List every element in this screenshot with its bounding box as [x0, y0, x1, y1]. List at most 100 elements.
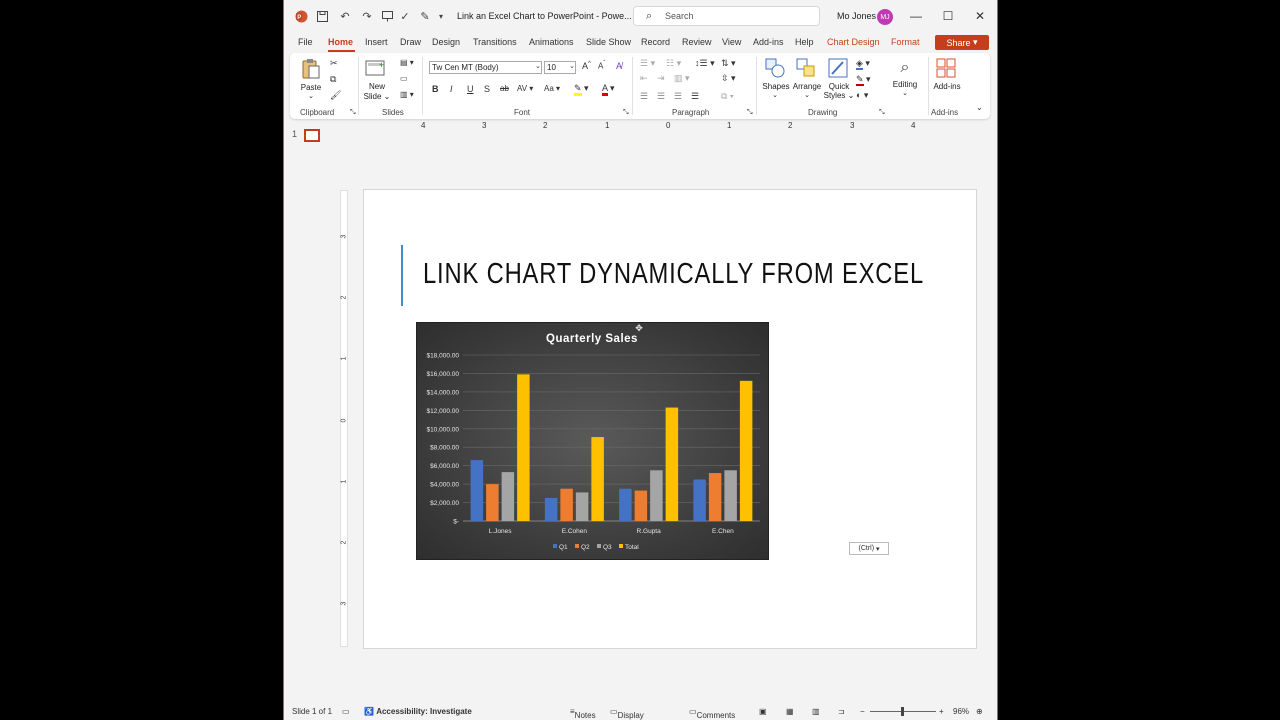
- search-input[interactable]: ⌕ Search: [633, 6, 820, 26]
- copy-icon[interactable]: ⧉: [330, 74, 336, 85]
- bold-icon[interactable]: B: [432, 84, 439, 94]
- shape-outline-icon[interactable]: ✎ ▾: [856, 74, 871, 86]
- save-icon[interactable]: [315, 8, 329, 24]
- tab-slide-show[interactable]: Slide Show: [586, 37, 631, 47]
- highlight-icon[interactable]: ✎ ▾: [574, 83, 589, 96]
- paste-button[interactable]: Paste: [298, 83, 324, 92]
- slideshow-view-icon[interactable]: ⊐: [838, 707, 845, 716]
- tab-draw[interactable]: Draw: [400, 37, 421, 47]
- quick-styles-button[interactable]: Quick: [825, 82, 853, 91]
- strikethrough-icon[interactable]: ab: [500, 84, 509, 93]
- tab-view[interactable]: View: [722, 37, 741, 47]
- display-settings-button[interactable]: ▭ Display Settings: [610, 707, 644, 720]
- bullets-icon[interactable]: ☰ ▾: [640, 58, 655, 69]
- tab-design[interactable]: Design: [432, 37, 460, 47]
- character-spacing-icon[interactable]: AV ▾: [517, 84, 533, 93]
- tab-review[interactable]: Review: [682, 37, 712, 47]
- align-center-icon[interactable]: ☰: [657, 91, 665, 102]
- drawing-launcher-icon[interactable]: ⤡: [879, 109, 885, 117]
- tab-animations[interactable]: Animations: [529, 37, 574, 47]
- editing-icon[interactable]: ⌕: [894, 57, 916, 79]
- shape-effects-icon[interactable]: ◐ ▾: [856, 90, 868, 101]
- increase-indent-icon[interactable]: ⇥: [657, 73, 665, 84]
- add-ins-icon[interactable]: [935, 57, 957, 79]
- comments-button[interactable]: ▭ Comments: [689, 707, 735, 720]
- reading-view-icon[interactable]: ▥: [812, 707, 820, 716]
- layout-icon[interactable]: ▤ ▾: [400, 58, 414, 67]
- slide-thumbnail[interactable]: [304, 129, 320, 142]
- reset-icon[interactable]: ▭: [400, 74, 408, 83]
- quick-styles-label[interactable]: Styles ⌄: [821, 91, 857, 100]
- clear-formatting-icon[interactable]: A̸: [616, 61, 622, 71]
- editing-dropdown-icon[interactable]: ⌄: [900, 89, 910, 97]
- align-text-icon[interactable]: ⇳ ▾: [721, 73, 736, 84]
- accessibility-status[interactable]: ♿ Accessibility: Investigate: [364, 707, 472, 716]
- tab-file[interactable]: File: [298, 37, 313, 47]
- arrange-button[interactable]: Arrange: [790, 82, 824, 91]
- line-spacing-icon[interactable]: ↕☰ ▾: [695, 58, 715, 69]
- pen-icon[interactable]: ✎: [418, 8, 432, 24]
- font-name-box[interactable]: Tw Cen MT (Body): [429, 61, 542, 74]
- cut-icon[interactable]: ✂: [330, 58, 338, 69]
- quick-styles-icon[interactable]: [827, 57, 849, 79]
- numbering-icon[interactable]: ☷ ▾: [666, 58, 681, 69]
- shapes-icon[interactable]: [764, 57, 786, 79]
- tab-record[interactable]: Record: [641, 37, 670, 47]
- maximize-icon[interactable]: ☐: [940, 8, 956, 24]
- new-slide-button[interactable]: New: [362, 82, 392, 91]
- tab-chart-design[interactable]: Chart Design: [827, 37, 880, 47]
- tab-format[interactable]: Format: [891, 37, 920, 47]
- undo-icon[interactable]: ↶: [335, 8, 355, 24]
- zoom-out-icon[interactable]: −: [860, 707, 865, 716]
- tab-home[interactable]: Home: [328, 37, 353, 47]
- shapes-button[interactable]: Shapes: [760, 82, 792, 91]
- add-ins-button[interactable]: Add-ins: [930, 82, 964, 91]
- paste-dropdown-icon[interactable]: ⌄: [306, 92, 316, 100]
- tab-transitions[interactable]: Transitions: [473, 37, 517, 47]
- share-button[interactable]: Share ▾: [935, 35, 989, 50]
- font-size-dropdown-icon[interactable]: ⌄: [569, 62, 575, 70]
- font-name-dropdown-icon[interactable]: ⌄: [535, 62, 541, 70]
- format-painter-icon[interactable]: 🖌: [330, 90, 341, 101]
- font-launcher-icon[interactable]: ⤡: [623, 109, 629, 117]
- paste-options-button[interactable]: (Ctrl) ▾: [849, 542, 889, 555]
- align-right-icon[interactable]: ☰: [674, 91, 682, 102]
- italic-icon[interactable]: I: [450, 84, 453, 94]
- zoom-slider-thumb[interactable]: [901, 707, 904, 716]
- slide-sorter-icon[interactable]: ▦: [786, 707, 794, 716]
- justify-icon[interactable]: ☰: [691, 91, 699, 102]
- redo-icon[interactable]: ↷: [360, 8, 374, 24]
- user-name[interactable]: Mo Jones: [837, 11, 876, 21]
- align-left-icon[interactable]: ☰: [640, 91, 648, 102]
- minimize-icon[interactable]: —: [908, 8, 924, 24]
- tab-add-ins[interactable]: Add-ins: [753, 37, 784, 47]
- avatar[interactable]: MJ: [877, 9, 893, 25]
- decrease-indent-icon[interactable]: ⇤: [640, 73, 648, 84]
- present-icon[interactable]: [380, 8, 394, 24]
- columns-icon[interactable]: ▥ ▾: [674, 73, 690, 84]
- shadow-icon[interactable]: S: [484, 84, 490, 94]
- customize-qat-icon[interactable]: ▾: [436, 8, 446, 24]
- zoom-level[interactable]: 96%: [953, 707, 969, 716]
- chart-object[interactable]: Quarterly Sales $- $2,000.00 $4,000.00 $6,00…: [416, 322, 769, 560]
- new-slide-label[interactable]: Slide ⌄: [360, 92, 394, 101]
- spelling-status-icon[interactable]: ▭: [342, 707, 350, 716]
- normal-view-icon[interactable]: ▣: [759, 707, 767, 716]
- clipboard-launcher-icon[interactable]: ⤡: [350, 109, 356, 117]
- slide-canvas[interactable]: LINK CHART DYNAMICALLY FROM EXCEL Quarte…: [363, 189, 977, 649]
- decrease-font-icon[interactable]: Aˇ: [598, 61, 605, 71]
- shapes-dropdown-icon[interactable]: ⌄: [770, 91, 780, 99]
- change-case-icon[interactable]: Aa ▾: [544, 84, 560, 93]
- paragraph-launcher-icon[interactable]: ⤡: [747, 109, 753, 117]
- collapse-ribbon-icon[interactable]: ⌄: [976, 103, 983, 112]
- paste-icon[interactable]: [300, 57, 322, 81]
- fit-to-window-icon[interactable]: ⊕: [976, 707, 983, 716]
- tab-help[interactable]: Help: [795, 37, 814, 47]
- zoom-in-icon[interactable]: +: [939, 707, 944, 716]
- tab-insert[interactable]: Insert: [365, 37, 388, 47]
- increase-font-icon[interactable]: A^: [582, 61, 591, 71]
- editing-button[interactable]: Editing: [888, 80, 922, 89]
- font-color-icon[interactable]: A ▾: [602, 83, 615, 96]
- text-direction-icon[interactable]: ⇅ ▾: [721, 58, 736, 69]
- new-slide-icon[interactable]: +: [364, 57, 388, 79]
